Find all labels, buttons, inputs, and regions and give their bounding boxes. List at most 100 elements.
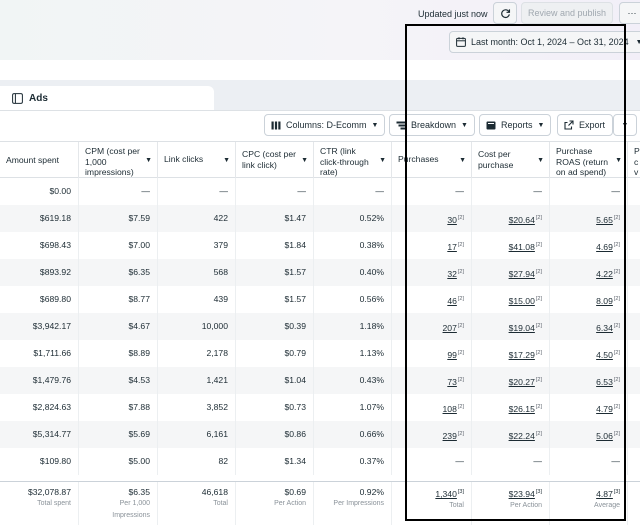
table-cell[interactable]: $20.64[2] <box>472 205 550 232</box>
table-cell[interactable]: 6.53[2] <box>550 367 628 394</box>
table-row[interactable]: $0.00 — — — — — — — <box>0 178 640 205</box>
cell-value: 0.40% <box>359 267 384 277</box>
table-cell: — <box>550 448 628 475</box>
summary-value[interactable]: 1,340[3] <box>399 486 464 500</box>
calendar-icon <box>456 37 466 47</box>
table-cell[interactable]: 99[2] <box>392 340 472 367</box>
table-cell[interactable]: $41.08[2] <box>472 232 550 259</box>
attribution-indicator: [2] <box>535 323 542 329</box>
table-cell[interactable]: 17[2] <box>392 232 472 259</box>
table-cell[interactable]: 207[2] <box>392 313 472 340</box>
sort-arrow-icon: ▼ <box>459 157 466 164</box>
table-row[interactable]: $3,942.17 $4.67 10,000 $0.39 1.18% 207[2] $19.… <box>0 313 640 340</box>
table-cell: $1,711.66 <box>0 340 79 367</box>
table-cell[interactable]: $26.15[2] <box>472 394 550 421</box>
columns-button[interactable]: Columns: D-Ecomm ▼ <box>264 114 386 136</box>
table-cell: $5,314.77 <box>0 421 79 448</box>
table-cell[interactable]: 108[2] <box>392 394 472 421</box>
column-header-link-clicks[interactable]: Link clicks ▼ <box>158 142 236 178</box>
table-row[interactable]: $619.18 $7.59 422 $1.47 0.52% 30[2] $20.64[2] 5… <box>0 205 640 232</box>
more-options-button[interactable]: ··· <box>619 2 640 24</box>
table-cell[interactable]: 32[2] <box>392 259 472 286</box>
table-cell[interactable]: 5.06[2] <box>550 421 628 448</box>
summary-value-text: $6.35 <box>128 487 150 497</box>
column-header-label: P c v <box>634 146 640 177</box>
table-cell: — <box>79 178 158 205</box>
cell-value: $8.89 <box>128 348 150 358</box>
table-cell[interactable]: $22.24[2] <box>472 421 550 448</box>
table-row[interactable]: $689.80 $8.77 439 $1.57 0.56% 46[2] $15.00[2] 8… <box>0 286 640 313</box>
column-header-partial[interactable]: P c v <box>628 142 640 178</box>
table-cell[interactable]: $20.27[2] <box>472 367 550 394</box>
refresh-icon <box>500 8 510 18</box>
table-row[interactable]: $5,314.77 $5.69 6,161 $0.86 0.66% 239[2] $22.2… <box>0 421 640 448</box>
column-header-cost-per-purchase[interactable]: Cost per purchase ▼ <box>472 142 550 178</box>
cell-value: 8.09 <box>596 295 613 306</box>
table-row[interactable]: $698.43 $7.00 379 $1.84 0.38% 17[2] $41.08[2] 4… <box>0 232 640 259</box>
table-cell[interactable]: 5.65[2] <box>550 205 628 232</box>
cell-value: — <box>533 456 542 466</box>
table-row[interactable]: $109.80 $5.00 82 $1.34 0.37% — — — <box>0 448 640 475</box>
breakdown-icon <box>396 121 406 129</box>
summary-cell: 46,618 Total <box>158 482 236 525</box>
table-row[interactable]: $1,711.66 $8.89 2,178 $0.79 1.13% 99[2] $17.29… <box>0 340 640 367</box>
summary-value[interactable]: 4.87[3] <box>557 486 620 500</box>
export-options-button[interactable]: ▼ <box>613 114 637 136</box>
table-cell[interactable]: 46[2] <box>392 286 472 313</box>
column-header-purchases[interactable]: Purchases ▼ <box>392 142 472 178</box>
date-range-picker[interactable]: Last month: Oct 1, 2024 – Oct 31, 2024 ▼ <box>449 31 640 53</box>
table-cell[interactable]: 30[2] <box>392 205 472 232</box>
column-header-purchase-roas[interactable]: Purchase ROAS (return on ad spend) ▼ <box>550 142 628 178</box>
cell-value: $20.64 <box>508 214 535 225</box>
column-header-cpm[interactable]: CPM (cost per 1,000 impressions) ▼ <box>79 142 158 178</box>
table-cell[interactable]: $27.94[2] <box>472 259 550 286</box>
table-row[interactable]: $1,479.76 $4.53 1,421 $1.04 0.43% 73[2] $20.27… <box>0 367 640 394</box>
table-cell: 10,000 <box>158 313 236 340</box>
table-cell: $1.84 <box>236 232 314 259</box>
chevron-down-icon: ▼ <box>621 121 629 129</box>
refresh-button[interactable] <box>493 2 517 24</box>
table-cell: 439 <box>158 286 236 313</box>
export-button[interactable]: Export <box>557 114 613 136</box>
attribution-indicator: [2] <box>613 269 620 275</box>
table-cell: $4.53 <box>79 367 158 394</box>
table-cell[interactable]: 8.09[2] <box>550 286 628 313</box>
table-cell[interactable]: 4.22[2] <box>550 259 628 286</box>
table-cell: $1.57 <box>236 286 314 313</box>
cell-value: — <box>611 186 620 196</box>
summary-value-text: 46,618 <box>201 487 228 497</box>
summary-cell: 4.87[3] Average <box>550 482 628 525</box>
breakdown-button[interactable]: Breakdown ▼ <box>389 114 475 136</box>
summary-value: 46,618 <box>165 486 228 498</box>
table-cell: $0.00 <box>0 178 79 205</box>
table-row[interactable]: $893.92 $6.35 568 $1.57 0.40% 32[2] $27.94[2] 4… <box>0 259 640 286</box>
table-cell: 0.43% <box>314 367 392 394</box>
table-cell[interactable]: $17.29[2] <box>472 340 550 367</box>
attribution-indicator: [2] <box>457 431 464 437</box>
table-cell[interactable]: 73[2] <box>392 367 472 394</box>
tab-ads[interactable]: Ads <box>0 86 214 110</box>
table-cell[interactable]: $19.04[2] <box>472 313 550 340</box>
cell-value: $17.29 <box>508 349 535 360</box>
table-cell[interactable]: $15.00[2] <box>472 286 550 313</box>
review-and-publish-button[interactable]: Review and publish <box>521 2 613 24</box>
table-cell[interactable]: 239[2] <box>392 421 472 448</box>
sort-arrow-icon: ▼ <box>537 157 544 164</box>
cell-value: $0.86 <box>284 429 306 439</box>
table-cell: $0.86 <box>236 421 314 448</box>
table-cell[interactable]: 4.69[2] <box>550 232 628 259</box>
table-cell[interactable]: 4.50[2] <box>550 340 628 367</box>
table-cell[interactable]: 4.79[2] <box>550 394 628 421</box>
table-cell: 82 <box>158 448 236 475</box>
column-header-ctr[interactable]: CTR (link click-through rate) ▼ <box>314 142 392 178</box>
attribution-indicator: [2] <box>535 377 542 383</box>
column-header-amount-spent[interactable]: Amount spent <box>0 142 79 178</box>
column-header-label: Purchases <box>398 154 439 164</box>
table-cell: $2,824.63 <box>0 394 79 421</box>
table-row[interactable]: $2,824.63 $7.88 3,852 $0.73 1.07% 108[2] $26.1… <box>0 394 640 421</box>
reports-button[interactable]: Reports ▼ <box>479 114 552 136</box>
table-cell[interactable]: 6.34[2] <box>550 313 628 340</box>
column-header-cpc[interactable]: CPC (cost per link click) ▼ <box>236 142 314 178</box>
table-cell: — <box>392 178 472 205</box>
summary-value[interactable]: $23.94[3] <box>479 486 542 500</box>
